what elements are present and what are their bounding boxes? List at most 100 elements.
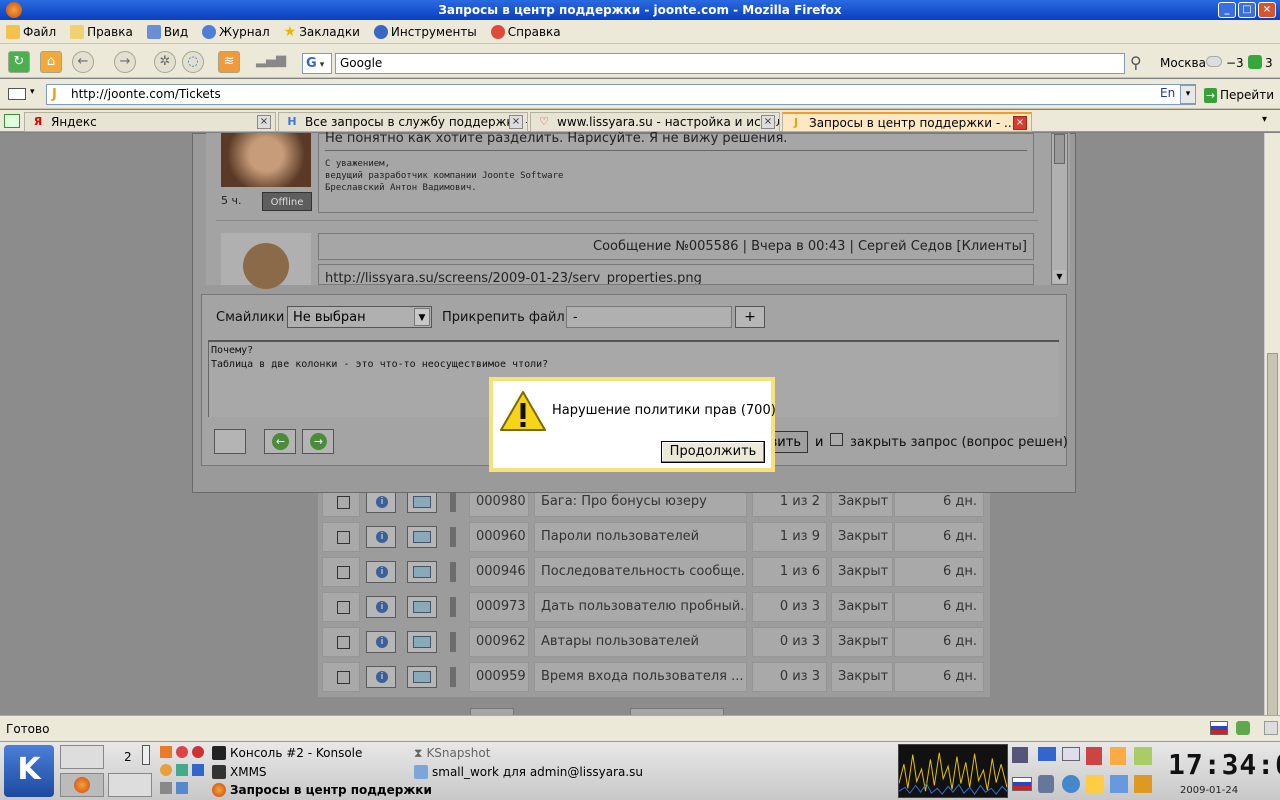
window-icon[interactable] xyxy=(407,526,437,548)
info-icon[interactable]: i xyxy=(366,491,396,513)
ticket-subject[interactable]: Автары пользователей xyxy=(534,627,747,657)
submit-button[interactable]: вить xyxy=(770,431,808,453)
menu-tools[interactable]: Инструменты xyxy=(373,24,477,39)
task-xmms[interactable]: XMMS xyxy=(212,763,267,781)
info-icon[interactable]: i xyxy=(366,631,396,653)
network-icon[interactable] xyxy=(1012,747,1028,763)
close-tab-icon[interactable]: × xyxy=(509,115,523,129)
notification-icon[interactable] xyxy=(1248,55,1262,69)
ticket-id[interactable]: 000973 xyxy=(469,592,529,622)
window-icon[interactable] xyxy=(407,491,437,513)
mail-dropdown[interactable]: ▾ xyxy=(30,87,35,97)
row-checkbox[interactable] xyxy=(337,531,350,544)
table-row[interactable]: i 000962 Автары пользователей 0 из 3 Закрыт 6… xyxy=(322,627,990,657)
package-icon[interactable] xyxy=(1134,775,1152,793)
ticket-id[interactable]: 000962 xyxy=(469,627,529,657)
maximize-button[interactable]: □ xyxy=(1238,2,1256,18)
attach-field[interactable]: - xyxy=(566,306,732,328)
menu-view[interactable]: Вид xyxy=(146,24,188,39)
kmix-icon[interactable] xyxy=(1110,775,1128,793)
close-tab-icon[interactable]: × xyxy=(1013,116,1027,130)
row-checkbox[interactable] xyxy=(337,566,350,579)
volume-icon[interactable] xyxy=(1038,775,1054,793)
messages-scrollbar[interactable]: ▼ xyxy=(1051,133,1068,285)
table-row[interactable]: i 000973 Дать пользователю пробный... 0 из … xyxy=(322,592,990,622)
window-icon[interactable] xyxy=(407,666,437,688)
window-icon[interactable] xyxy=(407,561,437,583)
korganizer-icon[interactable] xyxy=(1110,747,1126,765)
search-icon[interactable]: ⚲ xyxy=(1130,53,1142,72)
konqueror-launcher-icon[interactable] xyxy=(108,773,152,797)
close-tab-icon[interactable]: × xyxy=(257,115,271,129)
mail-tray-icon[interactable] xyxy=(1038,747,1056,761)
task-ksnapshot[interactable]: ⧗ KSnapshot xyxy=(414,744,490,762)
window-icon[interactable] xyxy=(407,631,437,653)
show-desktop-icon[interactable] xyxy=(60,745,104,769)
task-firefox[interactable]: Запросы в центр поддержки xyxy=(212,781,432,799)
ticket-id[interactable]: 000946 xyxy=(469,557,529,587)
row-checkbox[interactable] xyxy=(337,671,350,684)
new-tab-icon[interactable] xyxy=(4,114,20,128)
close-request-checkbox[interactable] xyxy=(830,433,843,446)
tab-list-dropdown[interactable]: ▾ xyxy=(1262,114,1267,125)
menu-file[interactable]: Файл xyxy=(6,24,56,39)
search-input[interactable]: Google xyxy=(335,53,1125,74)
forward-arrow-icon[interactable]: → xyxy=(302,429,334,454)
globe-icon[interactable] xyxy=(1062,775,1080,793)
notes-icon[interactable] xyxy=(1134,747,1152,765)
ticket-subject[interactable]: Время входа пользователя ... xyxy=(534,662,747,692)
display-icon[interactable] xyxy=(1062,747,1080,761)
go-button[interactable]: → Перейти xyxy=(1204,85,1274,105)
menu-history[interactable]: Журнал xyxy=(202,24,270,39)
menu-edit[interactable]: Правка xyxy=(70,24,133,39)
info-icon[interactable]: i xyxy=(366,526,396,548)
tab-joonte-tickets[interactable]: J Запросы в центр поддержки - ... × xyxy=(782,112,1032,132)
chat-icon[interactable]: ◌ xyxy=(182,51,204,73)
task-konsole[interactable]: Консоль #2 - Konsole xyxy=(212,744,362,762)
ticket-subject[interactable]: Пароли пользователей xyxy=(534,522,747,552)
row-checkbox[interactable] xyxy=(337,496,350,509)
url-dropdown[interactable]: ▾ xyxy=(1180,85,1196,104)
table-row[interactable]: i 000959 Время входа пользователя ... 0 из … xyxy=(322,662,990,692)
row-checkbox[interactable] xyxy=(337,601,350,614)
firefox-launcher-icon[interactable] xyxy=(60,773,104,797)
smileys-select[interactable]: Не выбран ▼ xyxy=(287,306,432,328)
tab-lissyara[interactable]: ♡ www.lissyara.su - настройка и испол... × xyxy=(530,112,780,132)
calculator-icon[interactable] xyxy=(214,429,246,454)
add-file-button[interactable]: + xyxy=(735,306,765,328)
mail-icon[interactable] xyxy=(8,88,26,100)
home-icon[interactable]: ⌂ xyxy=(40,51,62,73)
continue-button[interactable]: Продолжить xyxy=(661,441,765,463)
close-tab-icon[interactable]: × xyxy=(761,115,775,129)
addon-icon[interactable] xyxy=(1236,721,1250,735)
ticket-id[interactable]: 000959 xyxy=(469,662,529,692)
tab-yandex[interactable]: Я Яндекс × xyxy=(24,112,276,132)
window-icon[interactable] xyxy=(407,596,437,618)
clipboard-icon[interactable] xyxy=(1086,747,1102,765)
desktop-pager[interactable] xyxy=(142,745,150,765)
info-icon[interactable]: i xyxy=(366,666,396,688)
ticket-subject[interactable]: Дать пользователю пробный... xyxy=(534,592,747,622)
ticket-subject[interactable]: Последовательность сообще... xyxy=(534,557,747,587)
table-row[interactable]: i 000960 Пароли пользователей 1 из 9 Закрыт 6… xyxy=(322,522,990,552)
back-icon[interactable]: ← xyxy=(72,51,94,73)
ticket-id[interactable]: 000960 xyxy=(469,522,529,552)
stop-icon[interactable]: ✲ xyxy=(154,51,176,73)
rss-icon[interactable]: ≋ xyxy=(218,51,240,73)
menu-help[interactable]: Справка xyxy=(490,24,561,39)
close-window-button[interactable]: × xyxy=(1258,2,1276,18)
row-checkbox[interactable] xyxy=(337,636,350,649)
minimize-button[interactable]: _ xyxy=(1218,2,1236,18)
search-engine-selector[interactable]: G ▾ xyxy=(302,53,332,74)
klipper-icon[interactable] xyxy=(1086,775,1104,793)
clock[interactable]: 17:34:02 xyxy=(1168,748,1280,781)
kde-menu-icon[interactable]: K xyxy=(4,745,54,797)
page-scrollbar[interactable] xyxy=(1264,133,1280,773)
back-arrow-icon[interactable]: ← xyxy=(264,429,296,454)
url-input[interactable]: http://joonte.com/Tickets xyxy=(46,84,1196,105)
table-row[interactable]: i 000946 Последовательность сообще... 1 из … xyxy=(322,557,990,587)
tab-support-requests[interactable]: H Все запросы в службу поддержки - ... × xyxy=(278,112,528,132)
info-icon[interactable]: i xyxy=(366,596,396,618)
task-small-work[interactable]: small_work для admin@lissyara.su xyxy=(414,763,643,781)
forward-icon[interactable]: → xyxy=(114,51,136,73)
